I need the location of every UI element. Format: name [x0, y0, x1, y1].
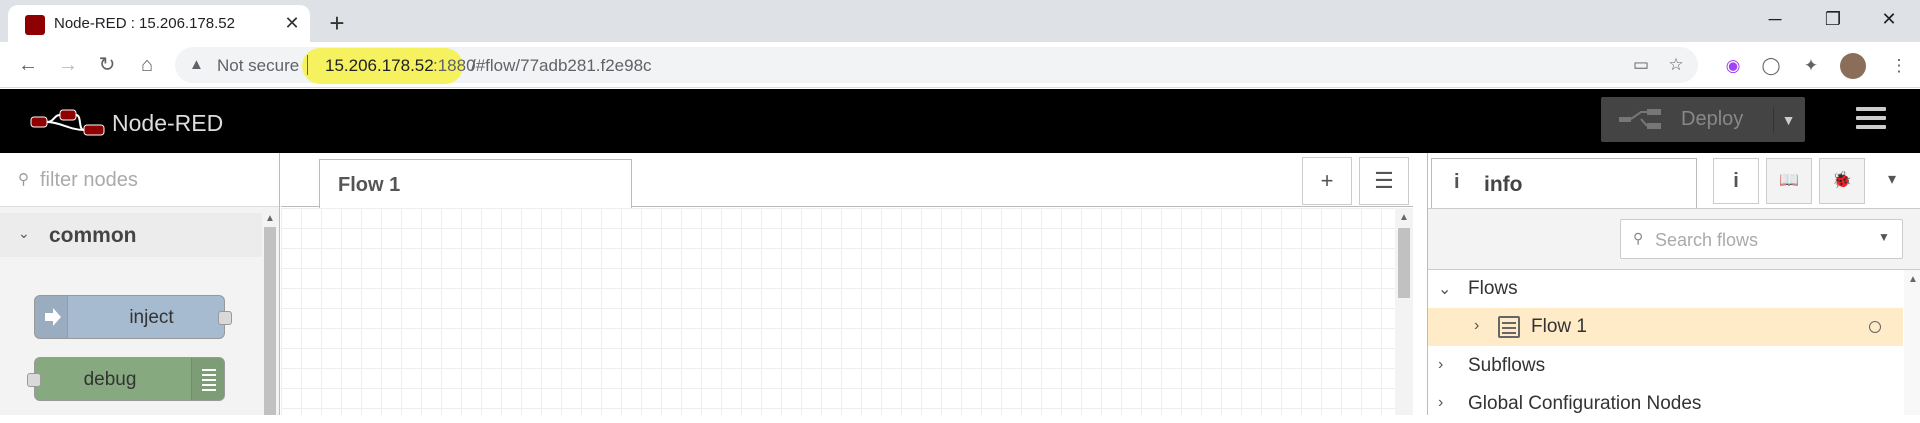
- deploy-label: Deploy: [1681, 108, 1744, 130]
- deploy-icon: [1619, 109, 1661, 129]
- flow-icon: [1498, 316, 1520, 338]
- scroll-up-icon[interactable]: ▲: [1399, 212, 1409, 223]
- minimize-window-button[interactable]: ─: [1752, 4, 1798, 34]
- tab-flow-1[interactable]: Flow 1: [319, 159, 632, 208]
- bookmark-star-icon[interactable]: ☆: [1665, 54, 1687, 76]
- chevron-right-icon: ›: [1474, 317, 1480, 334]
- back-button[interactable]: ←: [14, 51, 42, 79]
- main-menu-button[interactable]: [1856, 107, 1886, 135]
- browser-tab-strip: Node-RED : 15.206.178.52 ✕ + ─ ❐ ✕: [0, 0, 1920, 42]
- reload-button[interactable]: ↻: [93, 51, 121, 79]
- node-label: debug: [83, 369, 137, 390]
- filter-nodes-input[interactable]: [40, 168, 260, 192]
- forward-button[interactable]: →: [54, 51, 82, 79]
- url-path: /#flow/77adb281.f2e98c: [471, 56, 652, 75]
- sidebar-search-area: ⚲ ▼: [1428, 208, 1920, 270]
- add-flow-button[interactable]: +: [1302, 157, 1352, 205]
- flow-status-circle-icon: [1869, 321, 1881, 333]
- extension-circle-icon[interactable]: ◯: [1760, 55, 1782, 77]
- node-red-favicon-icon: [25, 15, 45, 35]
- extensions-puzzle-icon[interactable]: ✦: [1800, 55, 1822, 77]
- palette-scrollbar[interactable]: ▲: [262, 213, 278, 415]
- warning-icon: ▲: [189, 56, 204, 73]
- tab-info[interactable]: i info: [1431, 158, 1697, 208]
- scroll-up-icon[interactable]: ▲: [1908, 274, 1918, 285]
- search-flows-input[interactable]: [1655, 228, 1865, 252]
- palette-node-debug[interactable]: debug: [27, 357, 225, 401]
- palette-node-inject[interactable]: inject: [34, 295, 232, 339]
- tree-item-label: Flow 1: [1531, 316, 1587, 337]
- browser-tab-title: Node-RED : 15.206.178.52: [54, 15, 235, 32]
- deploy-options-button[interactable]: ▼: [1773, 107, 1803, 133]
- chevron-down-icon: ⌄: [18, 225, 30, 241]
- extension-broadcast-icon[interactable]: ◉: [1722, 55, 1744, 77]
- workspace-scrollbar[interactable]: ▲: [1395, 208, 1413, 415]
- hamburger-icon: [1856, 107, 1886, 111]
- palette-category-common[interactable]: ⌄ common: [0, 213, 262, 257]
- tree-item-flow-1[interactable]: › Flow 1: [1428, 308, 1903, 346]
- security-label[interactable]: Not secure: [217, 56, 299, 76]
- chevron-down-icon: ⌄: [1438, 281, 1452, 298]
- tree-item-flows[interactable]: ⌄ Flows: [1428, 270, 1903, 308]
- browser-toolbar: ← → ↻ ⌂ ▲ Not secure 15.206.178.52 :1880…: [0, 42, 1920, 88]
- restore-window-button[interactable]: ❐: [1810, 4, 1856, 34]
- palette-filter: ⚲: [0, 153, 279, 207]
- browser-menu-icon[interactable]: ⋮: [1888, 55, 1910, 77]
- debug-bug-icon[interactable]: 🐞: [1819, 158, 1865, 204]
- sidebar: i info i 📖 🐞 ▾ ⚲ ▼ ⌄ Flows › Flow 1 › Su…: [1427, 153, 1920, 415]
- search-icon: ⚲: [1633, 230, 1644, 246]
- tree-item-label: Flows: [1468, 278, 1518, 299]
- chevron-right-icon: ›: [1438, 356, 1444, 373]
- address-divider: [307, 55, 308, 75]
- palette-scroll-thumb[interactable]: [264, 227, 276, 415]
- help-book-icon[interactable]: 📖: [1766, 158, 1812, 204]
- category-label: common: [49, 224, 137, 247]
- tree-item-label: Subflows: [1468, 355, 1546, 376]
- close-window-button[interactable]: ✕: [1866, 4, 1912, 34]
- node-label: inject: [129, 307, 174, 328]
- output-port: [218, 311, 232, 325]
- profile-avatar[interactable]: [1840, 53, 1866, 79]
- search-options-caret-icon[interactable]: ▼: [1878, 230, 1890, 244]
- workspace-canvas[interactable]: [281, 208, 1395, 415]
- info-tab-button[interactable]: i: [1713, 158, 1759, 204]
- node-red-logo-icon: [30, 109, 105, 136]
- workspace-scroll-thumb[interactable]: [1398, 228, 1410, 298]
- url-host: 15.206.178.52: [325, 56, 434, 75]
- sidebar-scrollbar[interactable]: ▲: [1904, 270, 1920, 415]
- home-button[interactable]: ⌂: [133, 51, 161, 79]
- url-port: :1880: [433, 56, 476, 75]
- cast-icon[interactable]: ▭: [1630, 54, 1652, 76]
- search-icon: ⚲: [18, 171, 29, 188]
- app-title: Node-RED: [112, 110, 224, 136]
- chevron-right-icon: ›: [1438, 394, 1444, 411]
- debug-list-icon: [191, 358, 224, 400]
- flow-tab-label: Flow 1: [338, 174, 401, 196]
- tree-item-subflows[interactable]: › Subflows: [1428, 347, 1903, 385]
- close-tab-icon[interactable]: ✕: [280, 11, 304, 35]
- scroll-up-icon[interactable]: ▲: [265, 213, 275, 224]
- tree-item-label: Global Configuration Nodes: [1468, 393, 1702, 414]
- workspace-tab-bar: Flow 1 + ☰: [281, 153, 1413, 208]
- node-red-header: Node-RED Deploy ▼: [0, 89, 1920, 153]
- sidebar-tab-label: info: [1484, 173, 1523, 196]
- tree-item-global-config[interactable]: › Global Configuration Nodes: [1428, 385, 1903, 423]
- list-flows-button[interactable]: ☰: [1359, 157, 1409, 205]
- address-bar[interactable]: ▲ Not secure 15.206.178.52 :1880 /#flow/…: [175, 47, 1698, 84]
- node-palette: ⚲ ⌄ common inject debug ▲: [0, 153, 280, 415]
- new-tab-button[interactable]: +: [322, 8, 352, 38]
- chevron-down-icon[interactable]: ▾: [1888, 169, 1896, 189]
- search-flows-box[interactable]: ⚲ ▼: [1620, 219, 1903, 259]
- info-icon: i: [1454, 171, 1460, 193]
- browser-tab[interactable]: Node-RED : 15.206.178.52 ✕: [8, 5, 310, 42]
- deploy-button[interactable]: Deploy ▼: [1601, 97, 1805, 142]
